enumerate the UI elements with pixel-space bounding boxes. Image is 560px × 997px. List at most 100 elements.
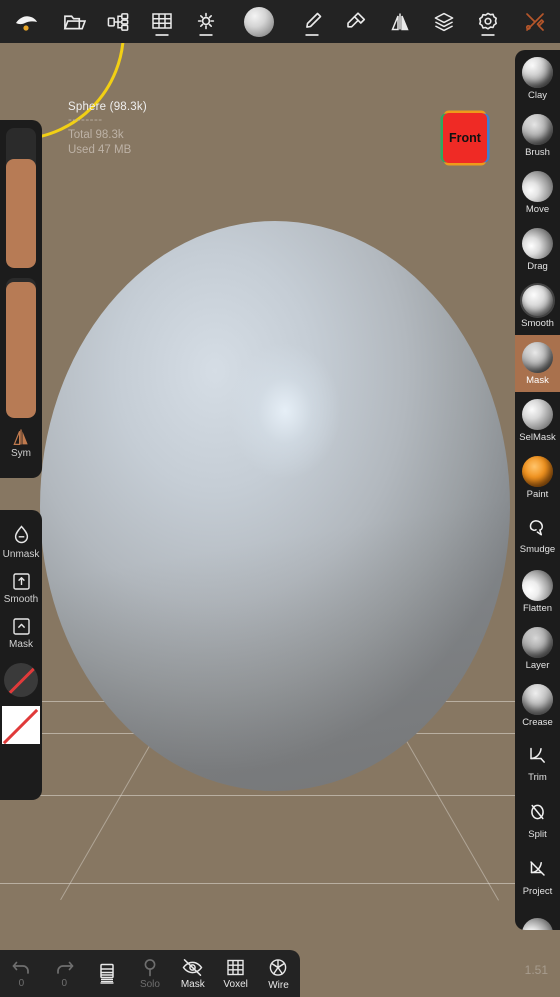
tool-split[interactable]: Split (515, 791, 560, 848)
select-mask-icon (522, 398, 553, 430)
tool-label: Mask (526, 374, 549, 386)
voxel-grid-icon (227, 959, 244, 976)
radius-slider[interactable] (6, 128, 36, 268)
view-cube-face-label[interactable]: Front (443, 113, 487, 163)
clay-brush-icon (522, 56, 553, 88)
stencil-swatch[interactable] (2, 706, 40, 744)
tool-trim[interactable]: Trim (515, 734, 560, 791)
left-mask-panel: Unmask Smooth Mask (0, 510, 42, 800)
grid-icon[interactable] (140, 0, 184, 43)
undo-arrow-icon (12, 961, 29, 974)
layers-button[interactable] (86, 962, 128, 985)
flatten-brush-icon (522, 569, 553, 601)
scene-object-title: Sphere (98.3k) (68, 101, 147, 113)
tool-move[interactable]: Move (515, 164, 560, 221)
project-icon (530, 860, 545, 876)
scene-info-overlay: Sphere (98.3k) -------- Total 98.3k Used… (68, 101, 147, 156)
scene-graph-icon[interactable] (96, 0, 140, 43)
tools-icon[interactable] (510, 0, 560, 43)
split-icon (531, 804, 544, 819)
mirror-icon[interactable] (378, 0, 422, 43)
crease-brush-icon (522, 683, 553, 715)
mask-toggle-label: Mask (180, 979, 205, 990)
intensity-slider[interactable] (6, 278, 36, 418)
gear-icon[interactable] (466, 0, 510, 43)
unmask-button[interactable]: Unmask (2, 524, 40, 560)
tool-drag[interactable]: Drag (515, 221, 560, 278)
mask-toggle[interactable]: Mask (172, 957, 214, 990)
stamp-icon[interactable] (334, 0, 378, 43)
tool-label: Clay (527, 89, 547, 101)
sculpt-mesh-sphere[interactable] (40, 221, 510, 791)
redo-count: 0 (61, 978, 68, 989)
left-slider-panel: Sym (0, 120, 42, 478)
bottom-toolbar: 0 0 Solo Mask Voxel Wire (0, 950, 300, 997)
tool-smooth[interactable]: Smooth (515, 278, 560, 335)
light-icon[interactable] (184, 0, 228, 43)
tool-label: Drag (527, 260, 548, 272)
voxel-toggle-label: Voxel (223, 979, 248, 990)
layers-icon[interactable] (422, 0, 466, 43)
disabled-strike-icon (3, 708, 39, 744)
grid-line (0, 795, 560, 796)
tool-label: SelMask (519, 431, 556, 443)
tool-mask[interactable]: Mask (515, 335, 560, 392)
scene-divider: -------- (68, 114, 103, 126)
standard-brush-icon (522, 113, 553, 145)
magnifier-icon (144, 959, 156, 977)
tool-label: Flatten (522, 602, 553, 614)
tool-brush[interactable]: Brush (515, 107, 560, 164)
view-cube[interactable]: Front (443, 113, 487, 163)
voxel-toggle[interactable]: Voxel (215, 957, 257, 990)
solo-button[interactable]: Solo (129, 957, 171, 990)
smooth-mask-button[interactable]: Smooth (4, 571, 38, 605)
layer-brush-icon (522, 626, 553, 658)
unmask-label: Unmask (2, 549, 40, 560)
radius-slider-fill (6, 158, 36, 268)
tool-label: Move (525, 203, 550, 215)
tool-label: Brush (525, 146, 550, 158)
paint-brush-icon (522, 455, 553, 487)
intensity-slider-fill (6, 282, 36, 418)
next-brush-icon (522, 918, 553, 930)
right-tool-panel: Clay Brush Move Drag Smooth Mask SelMask… (515, 50, 560, 930)
undo-button[interactable]: 0 (0, 958, 42, 989)
disabled-strike-icon (5, 665, 37, 697)
tool-flatten[interactable]: Flatten (515, 563, 560, 620)
alpha-swatch[interactable] (4, 663, 38, 697)
viewport-3d[interactable]: Sphere (98.3k) -------- Total 98.3k Used… (0, 43, 560, 997)
tool-project[interactable]: Project (515, 848, 560, 905)
smooth-up-icon (12, 573, 30, 590)
symmetry-label: Sym (11, 448, 31, 459)
tool-crease[interactable]: Crease (515, 677, 560, 734)
redo-button[interactable]: 0 (43, 958, 85, 989)
tool-label: Smudge (519, 543, 556, 555)
move-brush-icon (522, 170, 553, 202)
tool-label: Crease (522, 716, 553, 728)
unmask-drop-icon (14, 525, 28, 544)
material-sphere-icon[interactable] (228, 0, 290, 43)
tool-paint[interactable]: Paint (515, 449, 560, 506)
tool-smudge[interactable]: Smudge (515, 506, 560, 563)
tool-selmask[interactable]: SelMask (515, 392, 560, 449)
mask-button[interactable]: Mask (9, 616, 33, 650)
tool-label: Split (528, 828, 547, 840)
symmetry-toggle[interactable]: Sym (6, 428, 36, 459)
tool-next-partial[interactable] (515, 905, 560, 930)
tool-layer[interactable]: Layer (515, 620, 560, 677)
tool-clay[interactable]: Clay (515, 50, 560, 107)
tool-label: Layer (525, 659, 550, 671)
brush-icon[interactable] (290, 0, 334, 43)
trim-icon (530, 747, 545, 763)
sculpt-logo-icon[interactable] (0, 0, 52, 43)
tool-label: Paint (526, 488, 549, 500)
tool-label: Project (522, 885, 553, 897)
wireframe-icon (270, 958, 287, 976)
smooth-mask-label: Smooth (3, 594, 39, 605)
wire-toggle[interactable]: Wire (257, 957, 299, 991)
mask-label: Mask (9, 639, 33, 650)
redo-arrow-icon (56, 961, 74, 974)
tool-label: Smooth (521, 317, 554, 329)
folder-open-icon[interactable] (52, 0, 96, 43)
symmetry-icon (13, 429, 28, 445)
